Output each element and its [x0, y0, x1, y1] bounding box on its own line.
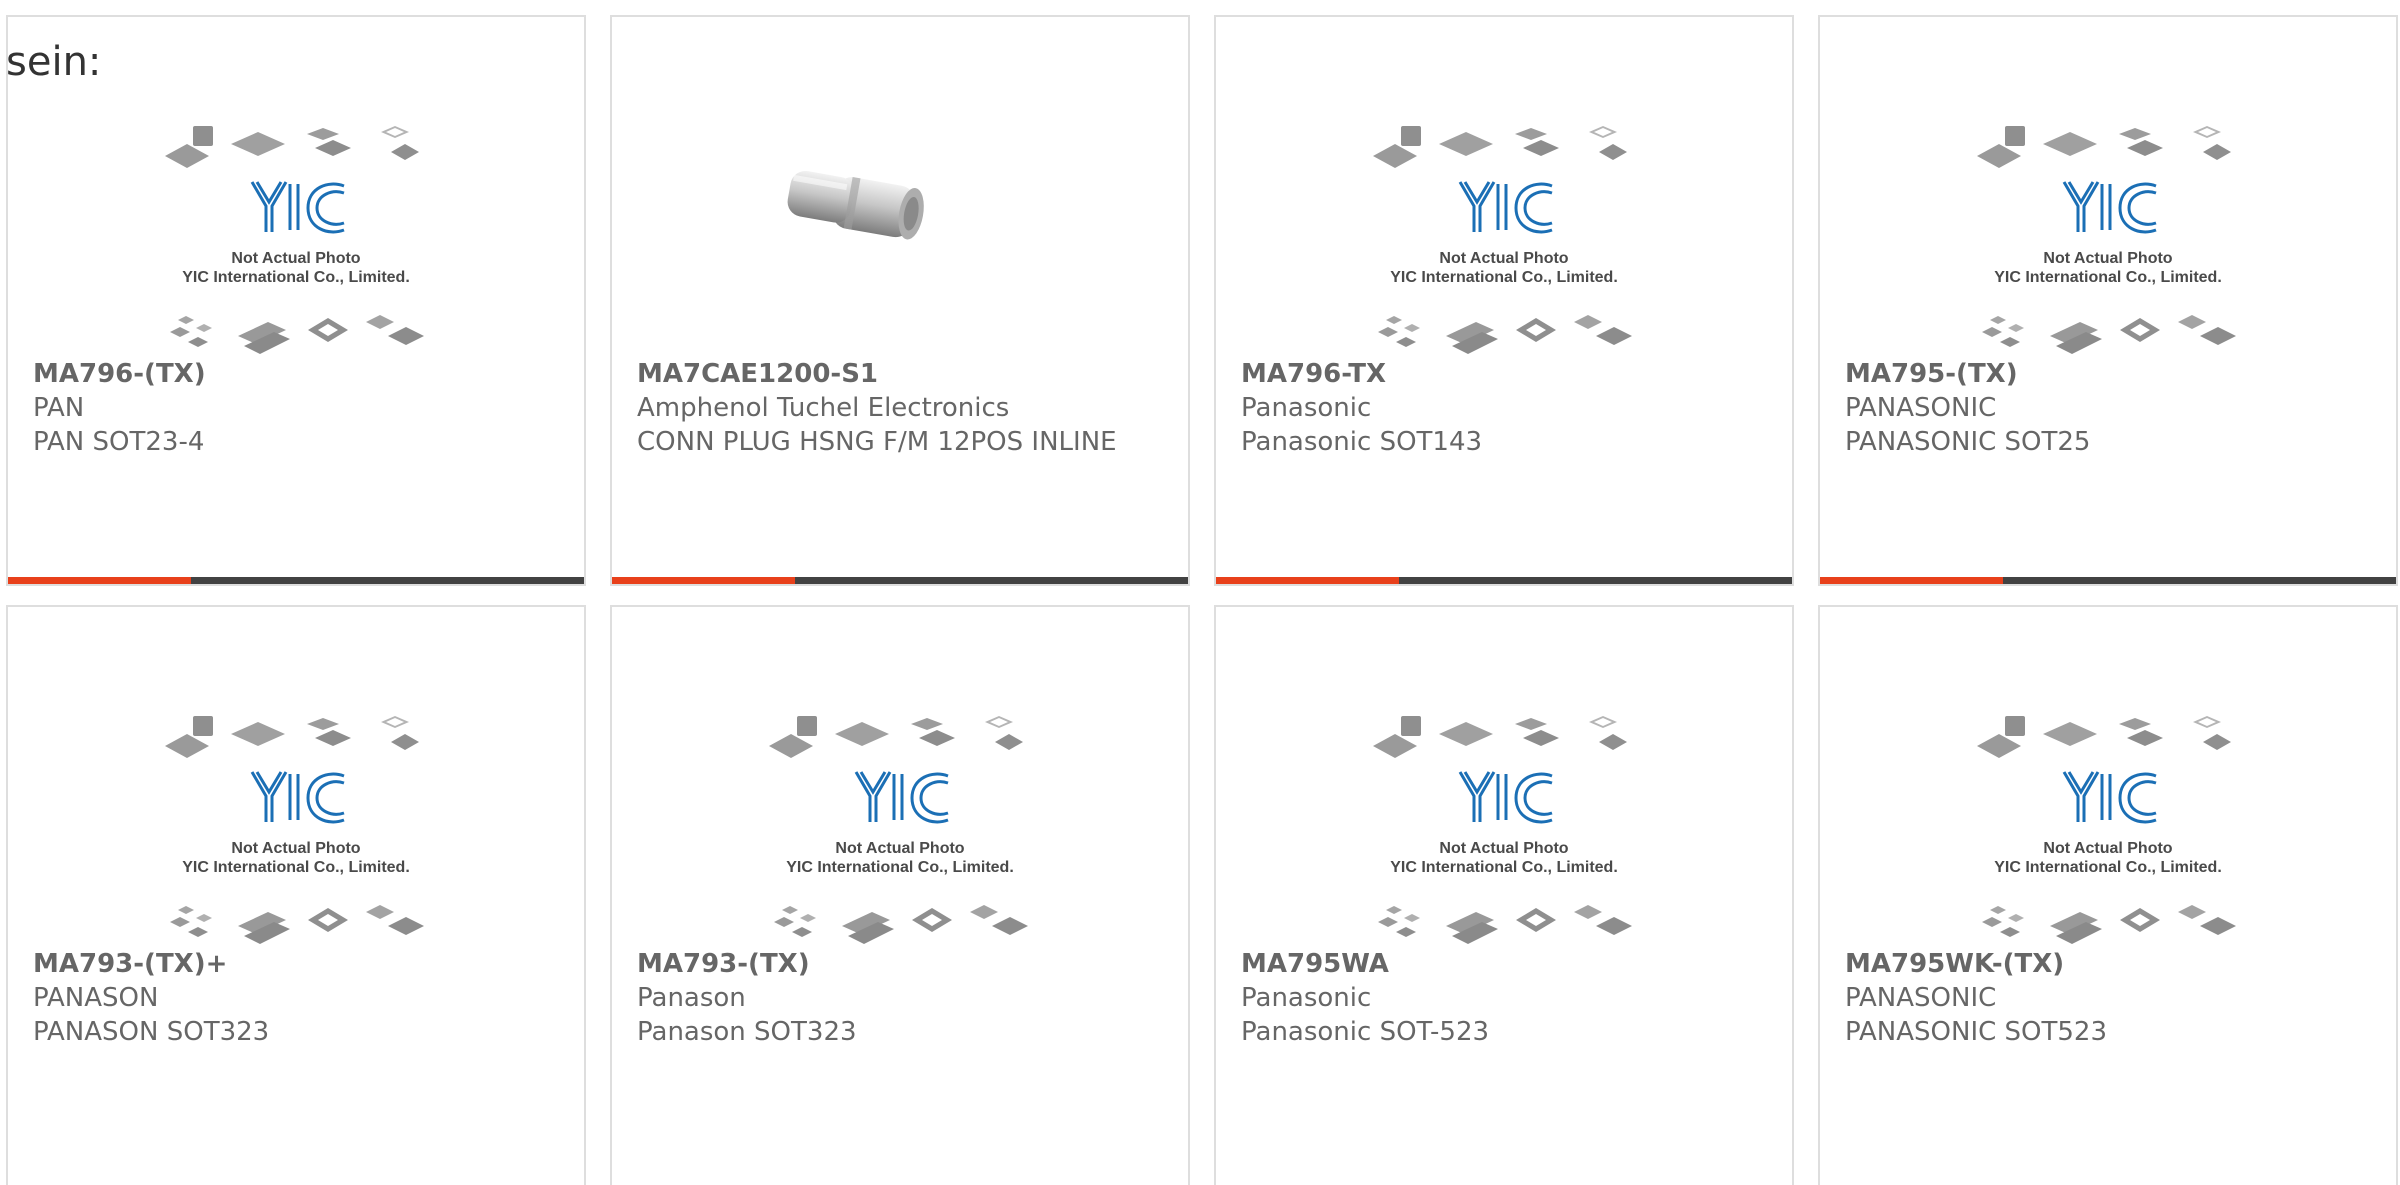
placeholder-line1: Not Actual Photo [835, 840, 964, 857]
product-description: Panasonic SOT-523 [1241, 1017, 1490, 1047]
product-image-placeholder[interactable]: Not Actual Photo YIC International Co., … [8, 692, 584, 957]
product-part-number[interactable]: MA795WA [1241, 947, 1721, 981]
product-manufacturer: PANASONIC [1845, 983, 1997, 1013]
product-part-number[interactable]: MA795-(TX) [1845, 357, 2325, 391]
product-part-number[interactable]: MA796-TX [1241, 357, 1721, 391]
product-manufacturer: Panason [637, 983, 746, 1013]
product-part-number[interactable]: MA7CAE1200-S1 [637, 357, 1117, 391]
product-image-placeholder[interactable]: Not Actual Photo YIC International Co., … [1820, 692, 2396, 957]
product-manufacturer: Amphenol Tuchel Electronics [637, 393, 1010, 423]
product-manufacturer: PAN [33, 393, 85, 423]
yic-logo [250, 771, 345, 824]
product-image-connector[interactable] [612, 102, 1188, 367]
card-bottom-bar [1216, 577, 1792, 584]
card-bottom-bar [612, 577, 1188, 584]
placeholder-line1: Not Actual Photo [231, 250, 360, 267]
card-bottom-bar [8, 577, 584, 584]
placeholder-line1: Not Actual Photo [2043, 250, 2172, 267]
product-card[interactable]: Not Actual Photo YIC International Co., … [1214, 605, 1794, 1185]
product-card[interactable]: MA7CAE1200-S1 Amphenol Tuchel Electronic… [610, 15, 1190, 586]
placeholder-line1: Not Actual Photo [1439, 840, 1568, 857]
product-image-placeholder[interactable]: Not Actual Photo YIC International Co., … [8, 102, 584, 367]
product-card[interactable]: Not Actual Photo YIC International Co., … [6, 605, 586, 1185]
product-part-number[interactable]: MA795WK-(TX) [1845, 947, 2325, 981]
placeholder-line2: YIC International Co., Limited. [1390, 269, 1618, 286]
product-description: PAN SOT23-4 [33, 427, 205, 457]
product-description: CONN PLUG HSNG F/M 12POS INLINE [637, 427, 1117, 457]
product-card[interactable]: Not Actual Photo YIC International Co., … [1214, 15, 1794, 586]
product-card[interactable]: Not Actual Photo YIC International Co., … [610, 605, 1190, 1185]
product-description: Panasonic SOT143 [1241, 427, 1483, 457]
product-card[interactable]: Not Actual Photo YIC International Co., … [1818, 605, 2398, 1185]
placeholder-line2: YIC International Co., Limited. [786, 859, 1014, 876]
product-manufacturer: PANASONIC [1845, 393, 1997, 423]
placeholder-line1: Not Actual Photo [1439, 250, 1568, 267]
product-image-placeholder[interactable]: Not Actual Photo YIC International Co., … [1216, 102, 1792, 367]
card-bottom-bar [1820, 577, 2396, 584]
product-description: PANASONIC SOT25 [1845, 427, 2091, 457]
intro-text: sein: [6, 39, 102, 85]
placeholder-line2: YIC International Co., Limited. [1390, 859, 1618, 876]
product-manufacturer: Panasonic [1241, 393, 1372, 423]
yic-logo [1458, 181, 1553, 234]
placeholder-line2: YIC International Co., Limited. [182, 269, 410, 286]
product-part-number[interactable]: MA793-(TX) [637, 947, 1117, 981]
product-manufacturer: Panasonic [1241, 983, 1372, 1013]
yic-logo [854, 771, 949, 824]
product-image-placeholder[interactable]: Not Actual Photo YIC International Co., … [1820, 102, 2396, 367]
product-part-number[interactable]: MA793-(TX)+ [33, 947, 513, 981]
product-card[interactable]: Not Actual Photo YIC International Co., … [6, 15, 586, 586]
product-card[interactable]: Not Actual Photo YIC International Co., … [1818, 15, 2398, 586]
placeholder-line1: Not Actual Photo [231, 840, 360, 857]
product-manufacturer: PANASON [33, 983, 159, 1013]
yic-logo [1458, 771, 1553, 824]
placeholder-line2: YIC International Co., Limited. [182, 859, 410, 876]
product-image-placeholder[interactable]: Not Actual Photo YIC International Co., … [612, 692, 1188, 957]
yic-logo [2062, 771, 2157, 824]
placeholder-line1: Not Actual Photo [2043, 840, 2172, 857]
yic-logo [250, 181, 345, 234]
yic-logo [2062, 181, 2157, 234]
product-description: PANASON SOT323 [33, 1017, 270, 1047]
product-description: Panason SOT323 [637, 1017, 857, 1047]
product-part-number[interactable]: MA796-(TX) [33, 357, 513, 391]
placeholder-line2: YIC International Co., Limited. [1994, 269, 2222, 286]
product-description: PANASONIC SOT523 [1845, 1017, 2108, 1047]
product-image-placeholder[interactable]: Not Actual Photo YIC International Co., … [1216, 692, 1792, 957]
placeholder-line2: YIC International Co., Limited. [1994, 859, 2222, 876]
